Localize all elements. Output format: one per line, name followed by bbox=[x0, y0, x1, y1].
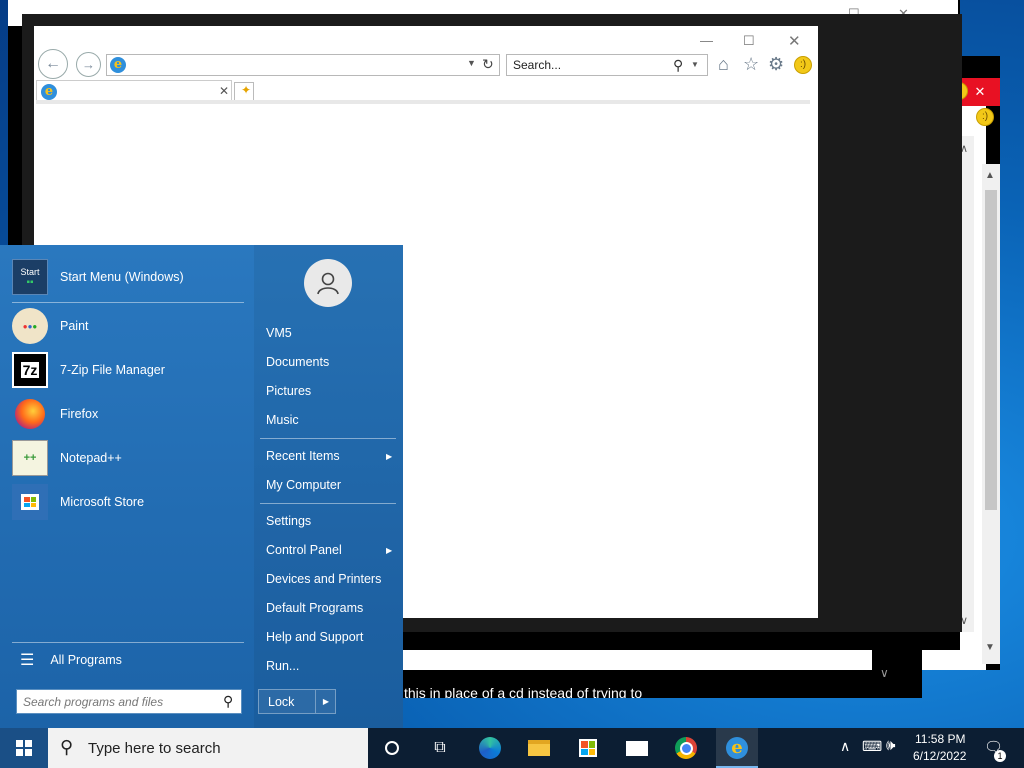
paint-palette-icon: ● ● ● bbox=[12, 308, 48, 344]
address-dropdown-icon[interactable]: ▼ bbox=[467, 58, 476, 68]
menu-item-devices-printers[interactable]: Devices and Printers bbox=[266, 572, 381, 586]
ie-taskbar-button[interactable]: e bbox=[716, 728, 758, 768]
menu-item-user[interactable]: VM5 bbox=[266, 326, 292, 340]
back-arrow-icon: ← bbox=[45, 55, 61, 72]
ie-logo-icon: e bbox=[726, 737, 748, 759]
taskbar-search-placeholder: Type here to search bbox=[88, 740, 221, 757]
taskbar-search-box[interactable]: ⚲ Type here to search bbox=[48, 728, 368, 768]
feedback-smiley-icon[interactable]: :) bbox=[794, 56, 812, 74]
lock-label: Lock bbox=[268, 695, 295, 709]
search-input[interactable]: Search... ⚲ ▼ bbox=[506, 54, 708, 76]
search-placeholder: Search... bbox=[513, 58, 562, 72]
pinned-item-start-menu[interactable]: Start ▪▪ Start Menu (Windows) bbox=[12, 256, 248, 298]
notepadpp-icon: ++ bbox=[12, 440, 48, 476]
clock-date[interactable]: 6/12/2022 bbox=[913, 749, 966, 763]
edge-icon[interactable] bbox=[478, 736, 502, 760]
chrome-icon[interactable] bbox=[674, 736, 698, 760]
search-icon: ⚲ bbox=[60, 737, 74, 757]
start-menu-separator bbox=[12, 642, 244, 643]
background-text: this in place of a cd instead of trying … bbox=[404, 686, 643, 698]
pinned-item-paint[interactable]: ● ● ● Paint bbox=[12, 305, 248, 347]
forward-arrow-icon: → bbox=[82, 57, 95, 72]
submenu-arrow-icon: ▶ bbox=[386, 546, 393, 555]
address-bar[interactable]: e ▼ ↻ bbox=[106, 54, 500, 76]
menu-item-recent-items[interactable]: Recent Items bbox=[266, 449, 340, 463]
menu-item-music[interactable]: Music bbox=[266, 413, 299, 427]
lock-button[interactable]: Lock ▶ bbox=[258, 689, 336, 714]
user-avatar[interactable] bbox=[304, 259, 352, 307]
scroll-up-icon[interactable]: ▲ bbox=[985, 170, 995, 181]
notification-count-badge: 1 bbox=[994, 750, 1006, 762]
start-menu-icon: Start ▪▪ bbox=[12, 259, 48, 295]
network-icon[interactable]: ⌨ bbox=[862, 738, 882, 755]
pinned-item-label: 7-Zip File Manager bbox=[60, 363, 165, 377]
maximize-button[interactable]: ☐ bbox=[743, 33, 755, 49]
menu-item-help-support[interactable]: Help and Support bbox=[266, 630, 363, 644]
submenu-arrow-icon: ▶ bbox=[386, 452, 393, 461]
scroll-down-icon[interactable]: ▼ bbox=[985, 642, 995, 653]
pinned-item-notepadpp[interactable]: ++ Notepad++ bbox=[12, 437, 248, 479]
smiley-icon[interactable]: :) bbox=[976, 108, 994, 126]
firefox-icon bbox=[12, 396, 48, 432]
search-icon[interactable]: ⚲ bbox=[223, 693, 233, 710]
pinned-item-label: Paint bbox=[60, 319, 89, 333]
ie-logo-icon: e bbox=[110, 57, 126, 73]
minimize-button[interactable]: — bbox=[700, 33, 713, 48]
cortana-icon[interactable] bbox=[380, 736, 404, 760]
menu-item-my-computer[interactable]: My Computer bbox=[266, 478, 341, 492]
user-icon bbox=[317, 272, 339, 295]
tab-close-icon[interactable]: ✕ bbox=[219, 84, 229, 98]
back-button[interactable]: ← bbox=[38, 49, 68, 79]
refresh-icon[interactable]: ↻ bbox=[482, 56, 494, 73]
close-button[interactable]: ✕ bbox=[788, 32, 801, 50]
start-button[interactable] bbox=[0, 728, 48, 768]
search-dropdown-icon[interactable]: ▼ bbox=[691, 60, 699, 69]
settings-gear-icon[interactable]: ⚙ bbox=[768, 54, 784, 75]
tab-strip-shadow bbox=[36, 100, 810, 104]
store-bag-icon[interactable] bbox=[576, 736, 600, 760]
store-bag-icon bbox=[12, 484, 48, 520]
menu-item-pictures[interactable]: Pictures bbox=[266, 384, 311, 398]
file-explorer-icon[interactable] bbox=[527, 736, 551, 760]
volume-icon[interactable]: 🕪 bbox=[886, 737, 895, 754]
all-programs-button[interactable]: ☰ All Programs bbox=[12, 646, 248, 674]
pinned-item-microsoft-store[interactable]: Microsoft Store bbox=[12, 481, 248, 523]
start-menu-separator bbox=[12, 302, 244, 303]
favorites-star-icon[interactable]: ☆ bbox=[743, 54, 759, 75]
all-programs-label: All Programs bbox=[50, 653, 122, 667]
background-window-2-scroll-down-icon[interactable]: ∨ bbox=[880, 666, 889, 680]
search-icon[interactable]: ⚲ bbox=[673, 57, 683, 74]
clock-time[interactable]: 11:58 PM bbox=[915, 732, 965, 746]
show-hidden-icons-button[interactable]: ∧ bbox=[840, 738, 850, 755]
pinned-item-label: Notepad++ bbox=[60, 451, 122, 465]
menu-item-run[interactable]: Run... bbox=[266, 659, 299, 673]
mail-icon[interactable] bbox=[625, 736, 649, 760]
start-menu-separator bbox=[260, 438, 396, 439]
forward-button[interactable]: → bbox=[76, 52, 101, 77]
tab-ie-logo-icon: e bbox=[41, 84, 57, 100]
new-tab-icon: ✦ bbox=[241, 83, 252, 97]
pinned-item-label: Firefox bbox=[60, 407, 99, 421]
new-tab-button[interactable]: ✦ bbox=[234, 82, 254, 102]
task-view-icon[interactable]: ⧉ bbox=[428, 736, 452, 760]
scroll-thumb[interactable] bbox=[985, 190, 997, 510]
list-icon: ☰ bbox=[20, 652, 35, 669]
menu-item-documents[interactable]: Documents bbox=[266, 355, 329, 369]
home-icon[interactable]: ⌂ bbox=[718, 54, 729, 75]
menu-item-control-panel[interactable]: Control Panel bbox=[266, 543, 342, 557]
start-search-input[interactable]: Search programs and files ⚲ bbox=[16, 689, 242, 714]
7zip-icon: 7z bbox=[12, 352, 48, 388]
menu-item-settings[interactable]: Settings bbox=[266, 514, 311, 528]
pinned-item-firefox[interactable]: Firefox bbox=[12, 393, 248, 435]
windows-logo-icon bbox=[16, 740, 32, 756]
lock-options-arrow-icon[interactable]: ▶ bbox=[315, 690, 336, 713]
menu-item-default-programs[interactable]: Default Programs bbox=[266, 601, 363, 615]
pinned-item-label: Start Menu (Windows) bbox=[60, 270, 184, 284]
pinned-item-7zip[interactable]: 7z 7-Zip File Manager bbox=[12, 349, 248, 391]
start-search-placeholder: Search programs and files bbox=[23, 695, 164, 709]
pinned-item-label: Microsoft Store bbox=[60, 495, 145, 509]
start-menu-separator bbox=[260, 503, 396, 504]
